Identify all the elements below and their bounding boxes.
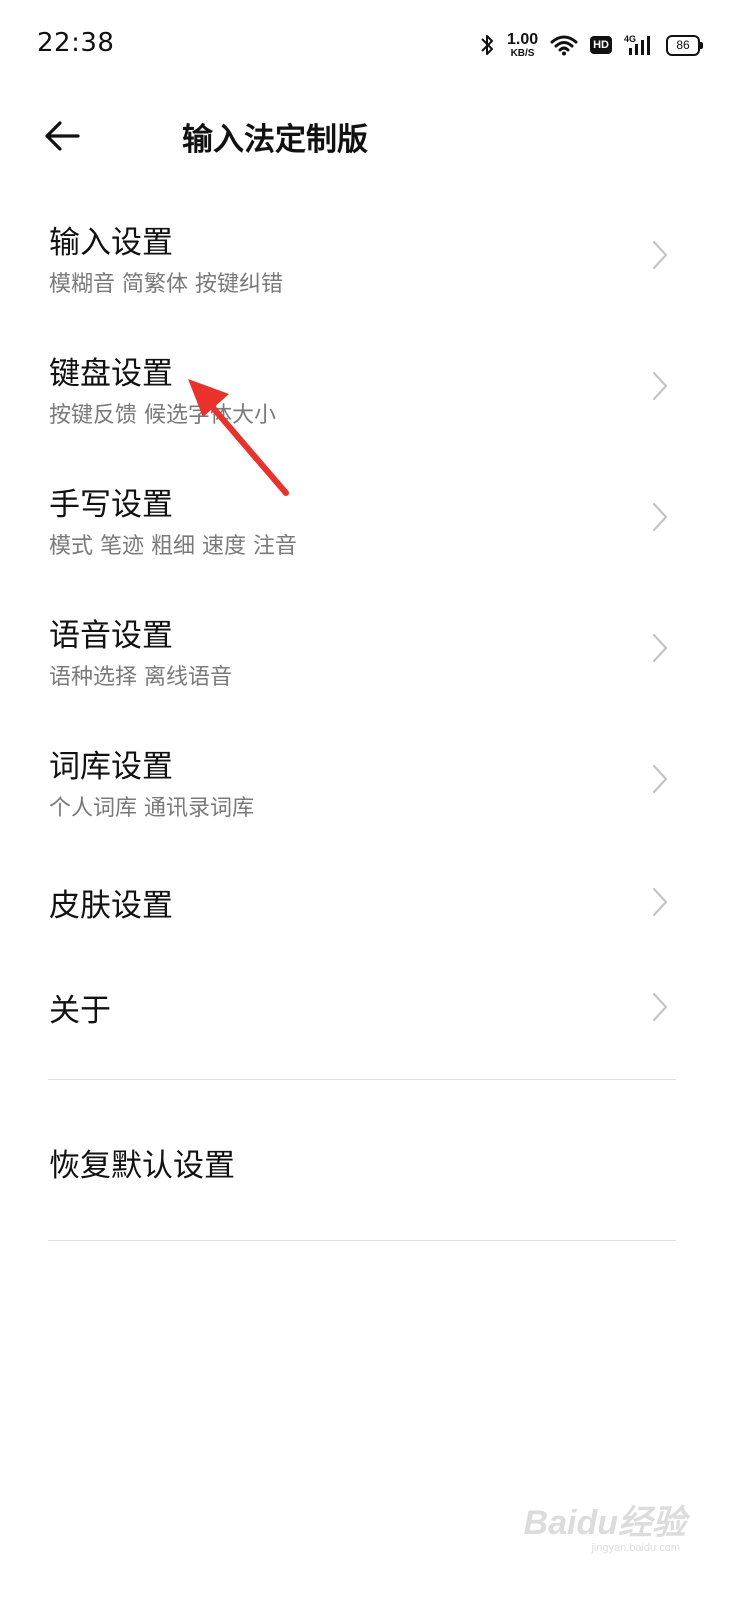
cellular-signal-icon: 4G bbox=[624, 34, 650, 55]
settings-item-title: 皮肤设置 bbox=[49, 888, 173, 924]
chevron-right-icon bbox=[652, 502, 668, 532]
settings-item-voice[interactable]: 语音设置 语种选择 离线语音 bbox=[0, 588, 738, 719]
status-icons: 1.00 KB/S HD 4G 86 bbox=[479, 30, 703, 60]
settings-item-title: 输入设置 bbox=[49, 225, 173, 261]
settings-list: 输入设置 模糊音 简繁体 按键纠错 键盘设置 按键反馈 候选字体大小 手写设置 … bbox=[0, 195, 738, 1060]
reset-defaults-label: 恢复默认设置 bbox=[49, 1148, 235, 1184]
settings-item-subtitle: 按键反馈 候选字体大小 bbox=[49, 403, 276, 428]
reset-defaults-item[interactable]: 恢复默认设置 bbox=[0, 1082, 738, 1240]
settings-item-lexicon[interactable]: 词库设置 个人词库 通讯录词库 bbox=[0, 719, 738, 850]
chevron-right-icon bbox=[652, 371, 668, 401]
hd-badge: HD bbox=[590, 36, 612, 54]
chevron-right-icon bbox=[652, 633, 668, 663]
settings-item-title: 词库设置 bbox=[49, 749, 173, 785]
page-title: 输入法定制版 bbox=[182, 122, 368, 158]
network-type-label: 4G bbox=[624, 34, 636, 44]
network-speed-value: 1.00 bbox=[506, 30, 539, 48]
settings-item-about[interactable]: 关于 bbox=[0, 955, 738, 1060]
divider bbox=[48, 1240, 676, 1241]
settings-item-subtitle: 个人词库 通讯录词库 bbox=[49, 796, 254, 821]
watermark-url: jingyan.baidu.com bbox=[591, 1542, 680, 1554]
app-header: 输入法定制版 bbox=[0, 100, 738, 170]
chevron-right-icon bbox=[652, 240, 668, 270]
settings-item-subtitle: 模式 笔迹 粗细 速度 注音 bbox=[49, 534, 297, 559]
settings-item-title: 关于 bbox=[49, 993, 111, 1029]
battery-icon: 86 bbox=[666, 34, 703, 56]
arrow-left-icon[interactable] bbox=[40, 114, 84, 158]
settings-item-subtitle: 模糊音 简繁体 按键纠错 bbox=[49, 272, 283, 297]
network-speed: 1.00 KB/S bbox=[506, 30, 539, 59]
network-speed-unit: KB/S bbox=[510, 47, 535, 59]
divider bbox=[48, 1079, 676, 1080]
chevron-right-icon bbox=[652, 887, 668, 917]
settings-item-title: 手写设置 bbox=[49, 487, 173, 523]
status-bar: 22:38 1.00 KB/S HD 4G 86 bbox=[0, 0, 738, 90]
settings-item-handwriting[interactable]: 手写设置 模式 笔迹 粗细 速度 注音 bbox=[0, 457, 738, 588]
wifi-icon bbox=[550, 35, 578, 56]
battery-level: 86 bbox=[676, 38, 690, 52]
settings-item-keyboard[interactable]: 键盘设置 按键反馈 候选字体大小 bbox=[0, 326, 738, 457]
settings-item-skin[interactable]: 皮肤设置 bbox=[0, 850, 738, 955]
bluetooth-icon bbox=[481, 35, 493, 55]
settings-item-input[interactable]: 输入设置 模糊音 简繁体 按键纠错 bbox=[0, 195, 738, 326]
settings-item-subtitle: 语种选择 离线语音 bbox=[49, 665, 232, 690]
status-time: 22:38 bbox=[37, 28, 115, 58]
chevron-right-icon bbox=[652, 764, 668, 794]
baidu-watermark-logo: Baidu经验 bbox=[523, 1504, 686, 1542]
settings-item-title: 键盘设置 bbox=[49, 356, 173, 392]
chevron-right-icon bbox=[652, 992, 668, 1022]
settings-item-title: 语音设置 bbox=[49, 618, 173, 654]
